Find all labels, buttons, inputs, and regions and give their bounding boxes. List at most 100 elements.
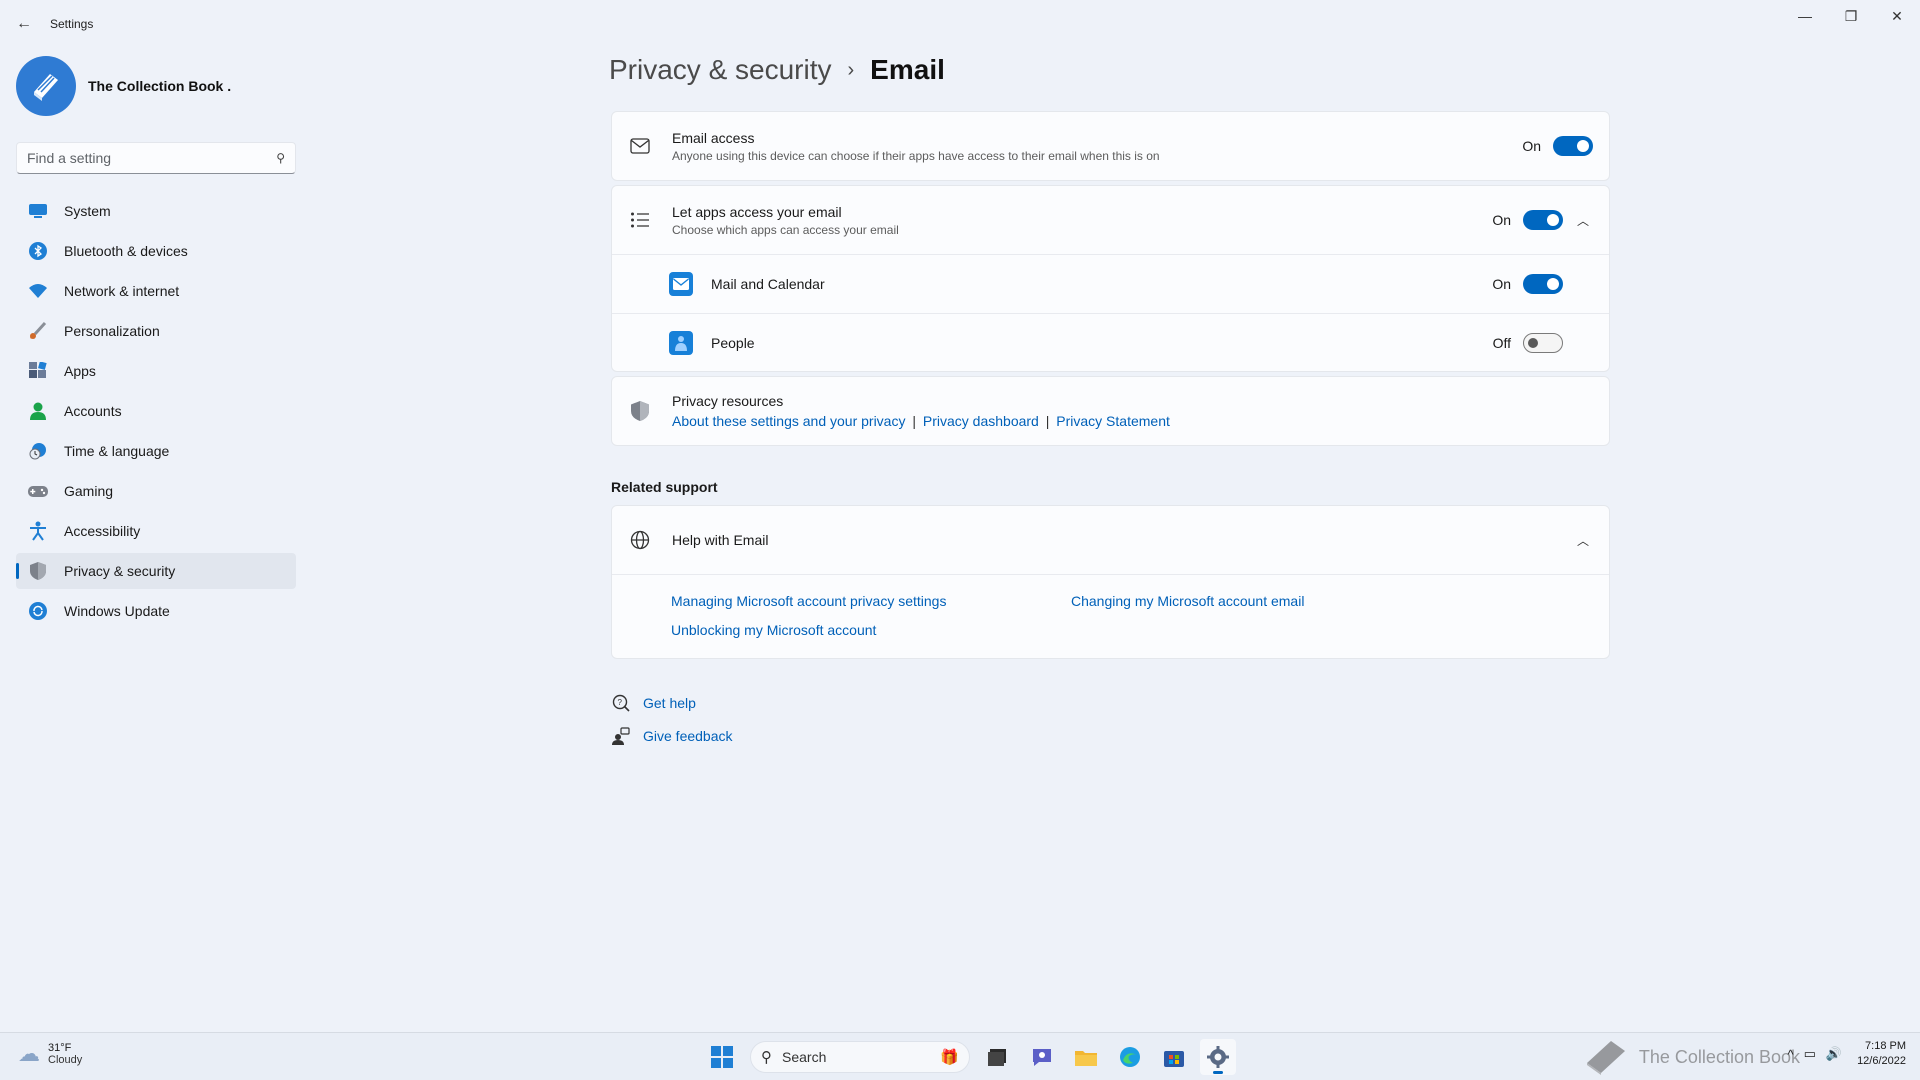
sidebar-item-bluetooth[interactable]: Bluetooth & devices (16, 233, 296, 269)
apps-access-subtitle: Choose which apps can access your email (672, 222, 899, 237)
close-button[interactable]: ✕ (1874, 0, 1920, 32)
back-button[interactable]: ← (12, 12, 36, 36)
watermark-text: The Collection Book (1638, 1047, 1800, 1067)
clock-time: 7:18 PM (1865, 1040, 1906, 1052)
restore-icon: ❐ (1844, 7, 1858, 24)
chevron-right-icon: › (847, 58, 855, 81)
email-access-card: Email access Anyone using this device ca… (611, 111, 1610, 181)
sidebar-item-personalization[interactable]: Personalization (16, 313, 296, 349)
maximize-button[interactable]: ❐ (1828, 0, 1874, 32)
app-state: Off (1492, 335, 1511, 351)
taskbar-search[interactable]: ⚲ Search 🎁 (750, 1041, 970, 1073)
edge-icon (1120, 1047, 1140, 1067)
store-icon (1164, 1051, 1184, 1067)
managing-privacy-link[interactable]: Managing Microsoft account privacy setti… (671, 593, 946, 609)
privacy-links: About these settings and your privacy | … (672, 413, 1170, 429)
volume-icon[interactable]: 🔊 (1826, 1046, 1842, 1062)
sidebar-item-privacy-security[interactable]: Privacy & security (16, 553, 296, 589)
get-help-link[interactable]: Get help (643, 695, 696, 711)
search-box[interactable]: ⚲ (16, 142, 296, 174)
email-access-toggle[interactable] (1553, 136, 1593, 156)
unblocking-account-link[interactable]: Unblocking my Microsoft account (671, 622, 876, 638)
sidebar-item-label: System (64, 203, 111, 219)
sidebar-item-windows-update[interactable]: Windows Update (16, 593, 296, 629)
task-view-button[interactable] (980, 1039, 1016, 1075)
help-with-email-row[interactable]: Help with Email ︿ (612, 506, 1609, 574)
help-card: Help with Email ︿ Managing Microsoft acc… (611, 505, 1610, 659)
email-access-subtitle: Anyone using this device can choose if t… (672, 148, 1160, 163)
give-feedback-link[interactable]: Give feedback (643, 728, 733, 744)
people-toggle[interactable] (1523, 333, 1563, 353)
person-icon (28, 401, 48, 421)
sidebar-item-system[interactable]: System (16, 193, 296, 229)
clock-date: 12/6/2022 (1857, 1055, 1906, 1067)
edge-button[interactable] (1112, 1039, 1148, 1075)
apps-access-toggle[interactable] (1523, 210, 1563, 230)
watermark-book-icon (1583, 1035, 1629, 1080)
email-access-state: On (1522, 138, 1541, 154)
shield-icon (628, 399, 652, 423)
sidebar-item-label: Accounts (64, 403, 122, 419)
sidebar-item-network[interactable]: Network & internet (16, 273, 296, 309)
sidebar-item-label: Personalization (64, 323, 160, 339)
globe-clock-icon (28, 441, 48, 461)
start-button[interactable] (704, 1039, 740, 1075)
weather-widget[interactable]: ☁ 31°F Cloudy (18, 1041, 82, 1067)
email-access-row: Email access Anyone using this device ca… (612, 112, 1609, 180)
about-settings-link[interactable]: About these settings and your privacy (672, 413, 905, 429)
link-separator: | (912, 413, 916, 429)
help-links: ? Get help Give feedback (611, 693, 733, 759)
folder-icon (1075, 1051, 1097, 1066)
brush-icon (28, 321, 48, 341)
sidebar-item-gaming[interactable]: Gaming (16, 473, 296, 509)
link-separator: | (1045, 413, 1050, 429)
breadcrumb-parent[interactable]: Privacy & security (609, 54, 832, 86)
sidebar-nav: System Bluetooth & devices Network & int… (16, 193, 296, 633)
taskbar-search-label: Search (782, 1049, 827, 1065)
get-help-row[interactable]: ? Get help (611, 693, 733, 713)
search-icon: ⚲ (761, 1049, 772, 1066)
profile-name: The Collection Book . (88, 78, 232, 94)
email-access-title: Email access (672, 129, 755, 146)
minimize-button[interactable]: — (1782, 0, 1828, 32)
mail-icon (628, 134, 652, 158)
chevron-up-icon[interactable]: ︿ (1573, 532, 1593, 549)
sidebar-item-accessibility[interactable]: Accessibility (16, 513, 296, 549)
breadcrumb: Privacy & security › Email (609, 54, 945, 86)
related-support-heading: Related support (611, 479, 718, 495)
shield-icon (28, 561, 48, 581)
sidebar-item-time-language[interactable]: Time & language (16, 433, 296, 469)
bluetooth-icon (28, 241, 48, 261)
network-icon[interactable]: ▭ (1804, 1046, 1816, 1062)
store-button[interactable] (1156, 1039, 1192, 1075)
people-app-icon (669, 331, 693, 355)
app-name: Mail and Calendar (711, 276, 825, 292)
privacy-statement-link[interactable]: Privacy Statement (1056, 413, 1170, 429)
sidebar-item-label: Accessibility (64, 523, 141, 539)
list-icon (628, 208, 652, 232)
settings-app-button[interactable] (1200, 1039, 1236, 1075)
sidebar-item-apps[interactable]: Apps (16, 353, 296, 389)
window-controls: — ❐ ✕ (1782, 0, 1920, 32)
mail-calendar-toggle[interactable] (1523, 274, 1563, 294)
privacy-dashboard-link[interactable]: Privacy dashboard (923, 413, 1039, 429)
arrow-left-icon: ← (16, 15, 32, 32)
apps-access-row[interactable]: Let apps access your email Choose which … (612, 186, 1609, 254)
search-icon[interactable]: ⚲ (276, 151, 285, 165)
chat-button[interactable] (1024, 1039, 1060, 1075)
update-icon (28, 601, 48, 621)
clock[interactable]: 7:18 PM 12/6/2022 (1857, 1039, 1906, 1069)
search-input[interactable] (27, 150, 277, 166)
help-with-email-title: Help with Email (672, 532, 769, 548)
chevron-up-icon[interactable]: ︿ (1573, 212, 1593, 229)
sidebar-item-accounts[interactable]: Accounts (16, 393, 296, 429)
book-icon (34, 74, 58, 101)
accessibility-icon (28, 521, 48, 541)
svg-text:?: ? (618, 698, 623, 707)
sidebar-item-label: Network & internet (64, 283, 180, 299)
give-feedback-row[interactable]: Give feedback (611, 726, 733, 746)
file-explorer-button[interactable] (1068, 1039, 1104, 1075)
profile[interactable]: The Collection Book . (16, 56, 231, 116)
chevron-up-icon[interactable]: ^ (1787, 1047, 1793, 1062)
changing-email-link[interactable]: Changing my Microsoft account email (1071, 593, 1304, 609)
